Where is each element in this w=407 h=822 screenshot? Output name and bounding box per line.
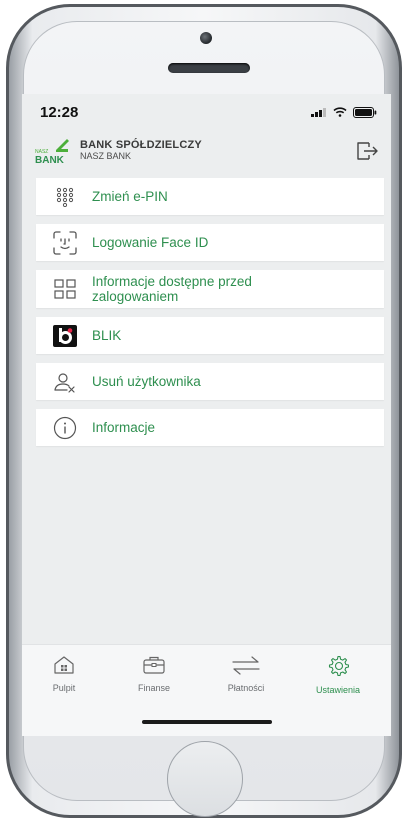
face-id-icon [52,230,78,256]
svg-text:BANK: BANK [35,155,65,166]
menu-item-face-id[interactable]: Logowanie Face ID [36,224,384,261]
phone-screen: 12:28 NASZ BANK BANK SPÓŁDZIELCZY NASZ B… [22,94,391,736]
transfer-icon [232,656,260,675]
settings-menu: Zmień e-PIN Logowanie Face ID Informacje… [36,178,384,455]
menu-item-label: BLIK [92,328,122,343]
signal-icon [311,108,326,117]
home-indicator [142,720,272,724]
status-bar: 12:28 [22,94,391,130]
info-icon [52,415,78,441]
menu-item-change-epin[interactable]: Zmień e-PIN [36,178,384,215]
remove-user-icon [52,369,78,395]
home-icon [54,656,74,674]
tab-ustawienia[interactable]: Ustawienia [303,655,373,695]
tab-label: Pulpit [52,683,76,693]
menu-item-remove-user[interactable]: Usuń użytkownika [36,363,384,400]
logout-button[interactable] [355,140,379,162]
wallet-icon [143,656,165,674]
menu-item-pre-login-info[interactable]: Informacje dostępne przed zalogowaniem [36,270,384,308]
tab-label: Finanse [137,683,171,693]
menu-item-label: Zmień e-PIN [92,189,168,204]
tab-finanse[interactable]: Finanse [119,655,189,693]
menu-item-information[interactable]: Informacje [36,409,384,446]
status-icons [311,106,377,118]
tab-label: Ustawienia [315,685,361,695]
bank-names: BANK SPÓŁDZIELCZY NASZ BANK [80,140,202,162]
status-time: 12:28 [40,103,79,121]
wifi-icon [333,107,347,117]
keypad-icon [52,184,78,210]
menu-item-label: Informacje dostępne przed zalogowaniem [92,274,252,304]
grid-icon [52,276,78,302]
menu-item-label: Logowanie Face ID [92,235,209,250]
logout-icon [357,142,378,160]
bank-logo-icon: NASZ BANK [35,139,69,166]
tab-platnosci[interactable]: Płatności [211,655,281,693]
home-button[interactable] [167,741,243,817]
bank-subname: NASZ BANK [80,151,132,161]
menu-item-label: Usuń użytkownika [92,374,201,389]
menu-item-blik[interactable]: BLIK [36,317,384,354]
gear-icon [328,655,350,677]
bank-name: BANK SPÓŁDZIELCZY [80,139,202,151]
tab-label: Płatności [227,683,265,693]
battery-icon [353,106,377,118]
bank-logo: NASZ BANK [34,136,74,166]
front-camera [200,32,212,44]
menu-item-label: Informacje [92,420,156,435]
app-header: NASZ BANK BANK SPÓŁDZIELCZY NASZ BANK [22,132,391,170]
tab-pulpit[interactable]: Pulpit [29,655,99,693]
blik-icon [52,323,78,349]
earpiece-speaker [168,63,250,73]
bottom-tab-bar: Pulpit Finanse Płatności Ustawienia [22,644,391,736]
